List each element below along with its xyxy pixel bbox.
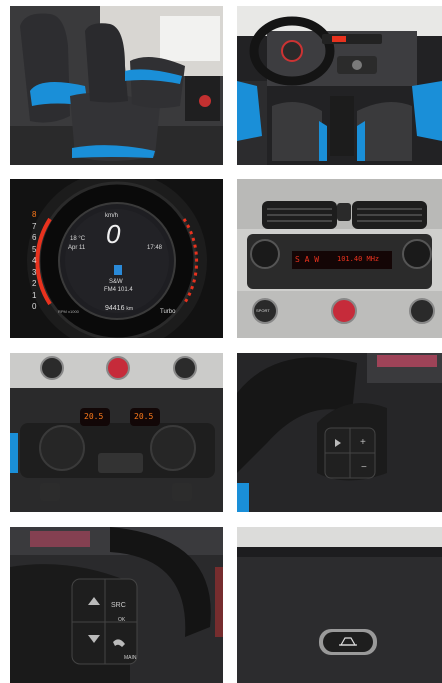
photo-instrument-cluster: 8 7 6 5 4 3 2 1 0 km/h 0 18 °C Apr 11 17…: [10, 179, 223, 338]
rpm-tick: 2: [32, 279, 37, 288]
rpm-tick: 4: [32, 256, 37, 265]
photo-steering-wheel-right: + −: [237, 353, 442, 512]
radio-display-station: S A W: [295, 255, 320, 264]
photo-steering-wheel-left: SRC OK MAIN: [10, 527, 223, 683]
rpm-tick: 0: [32, 302, 37, 311]
rpm-scale: 8 7 6 5 4 3 2 1 0: [32, 209, 52, 313]
src-label: SRC: [111, 602, 126, 609]
photo-front-seats: [10, 6, 223, 165]
rpm-tick: 1: [32, 290, 37, 300]
rpm-tick: 3: [32, 267, 37, 277]
sport-button-label: SPORT: [256, 308, 270, 313]
climate-right-temp: 20.5: [134, 412, 154, 421]
rpm-tick: 6: [32, 233, 37, 242]
radio-display-freq: 101.40 MHz: [337, 255, 380, 263]
photo-radio-head-unit: S A W 101.40 MHz SPORT: [237, 179, 442, 338]
climate-left-temp: 20.5: [84, 412, 104, 421]
date: Apr 11: [68, 245, 86, 251]
clock: 17:48: [147, 245, 163, 251]
photo-dashboard-overview: [237, 6, 442, 165]
mode-turbo: Turbo: [160, 309, 176, 315]
rpm-tick: 8: [32, 210, 37, 219]
photo-dashboard-top-button: [237, 527, 442, 683]
radio-station-name: S&W: [109, 279, 123, 285]
svg-text:+: +: [360, 437, 366, 448]
main-label: MAIN: [124, 655, 137, 661]
outside-temp: 18 °C: [70, 236, 86, 242]
photo-climate-control: 20.5 20.5: [10, 353, 223, 512]
rpm-unit: RPM x1000: [58, 309, 79, 314]
speed-value: 0: [106, 219, 121, 249]
odometer: 94416 km: [105, 305, 134, 312]
rpm-tick: 7: [32, 221, 37, 231]
ok-label: OK: [118, 617, 126, 623]
svg-text:−: −: [361, 462, 367, 473]
rpm-tick: 5: [32, 244, 37, 254]
radio-station-freq: FM4 101.4: [104, 287, 133, 293]
